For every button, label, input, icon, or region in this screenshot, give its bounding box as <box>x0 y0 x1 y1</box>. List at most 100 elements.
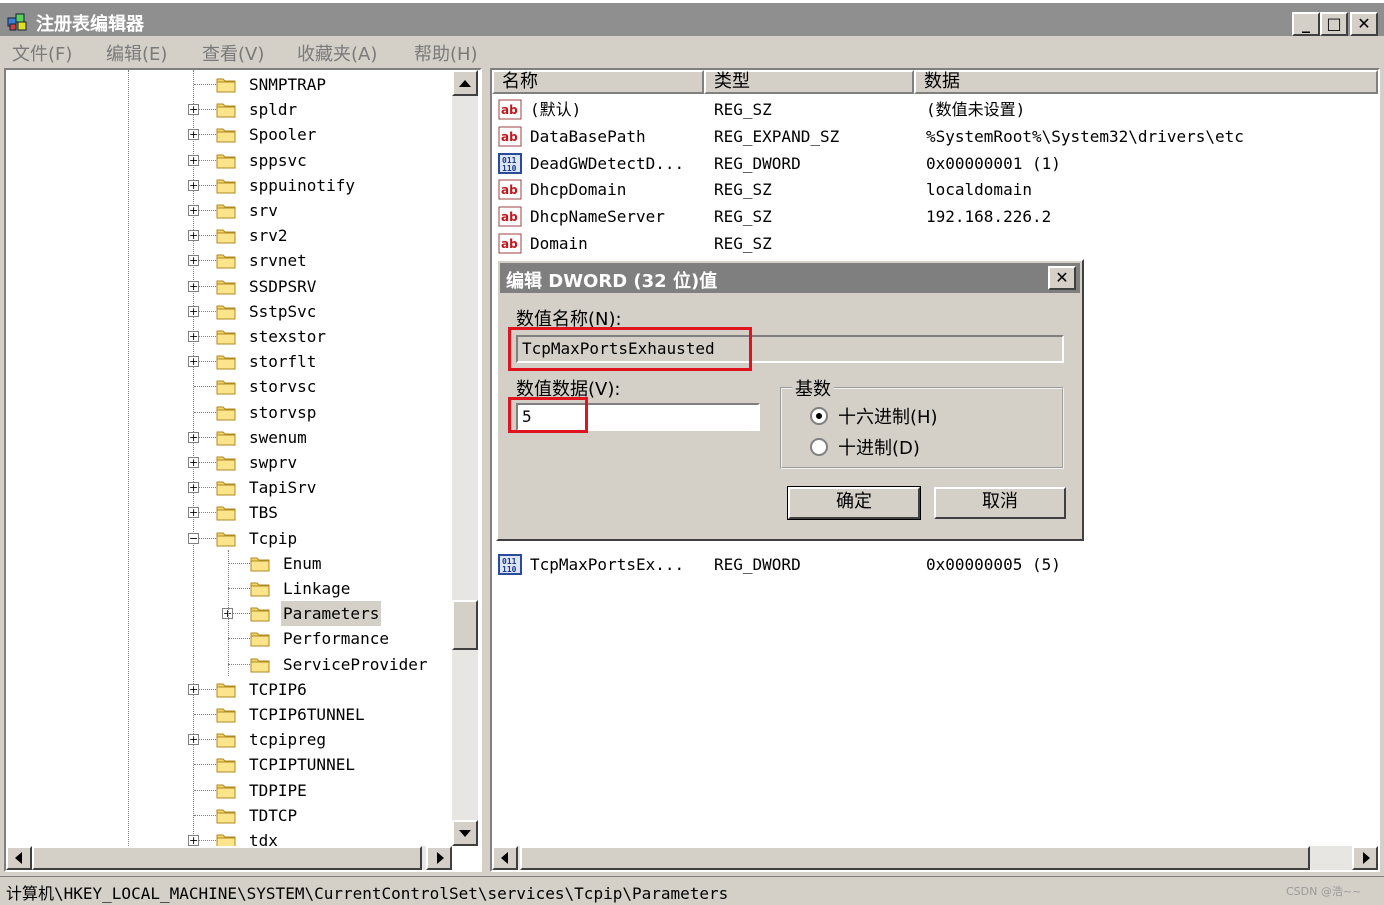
expand-icon[interactable]: + <box>188 331 199 342</box>
tree-item[interactable]: + srvnet <box>6 248 452 273</box>
tree-item[interactable]: + TCPIP6 <box>6 677 452 702</box>
tree-item[interactable]: + SstpSvc <box>6 299 452 324</box>
list-item[interactable]: 011 110 DeadGWDetectD... REG_DWORD 0x0000000… <box>498 150 1368 177</box>
tree-item[interactable]: + Spooler <box>6 122 452 147</box>
tree-item[interactable]: + swenum <box>6 425 452 450</box>
menu-file[interactable]: 文件(F) <box>12 40 72 66</box>
expand-icon[interactable]: + <box>188 129 199 141</box>
tree-horizontal-scrollbar[interactable] <box>6 846 452 870</box>
folder-icon <box>216 478 236 496</box>
expand-icon[interactable]: + <box>188 734 199 746</box>
list-item[interactable]: ab (默认) REG_SZ (数值未设置) <box>498 96 1368 123</box>
tree-item[interactable]: TDTCP <box>6 803 452 828</box>
folder-icon <box>216 705 236 723</box>
scroll-thumb-horizontal[interactable] <box>32 846 422 870</box>
tree-item[interactable]: + tcpipreg <box>6 727 452 752</box>
list-item[interactable]: ab DataBasePath REG_EXPAND_SZ %SystemRoot%\… <box>498 123 1368 150</box>
expand-icon[interactable]: + <box>188 507 199 519</box>
tree-pane[interactable]: SNMPTRAP + spldr + Spooler + sppsvc + sppuinotif… <box>4 68 482 872</box>
expand-icon[interactable]: + <box>188 457 199 468</box>
expand-icon[interactable]: + <box>188 683 199 695</box>
expand-icon[interactable]: + <box>188 835 199 846</box>
tree-item[interactable]: + SSDPSRV <box>6 274 452 299</box>
expand-icon[interactable]: + <box>188 205 199 216</box>
expand-icon[interactable]: + <box>188 230 199 242</box>
ok-button[interactable]: 确定 <box>787 486 921 520</box>
values-horizontal-scrollbar[interactable] <box>492 846 1378 870</box>
expand-icon[interactable]: + <box>188 255 199 267</box>
menu-view[interactable]: 查看(V) <box>202 40 264 66</box>
menu-edit[interactable]: 编辑(E) <box>106 40 167 66</box>
tree-item[interactable]: TCPIPTUNNEL <box>6 752 452 777</box>
menu-favorites[interactable]: 收藏夹(A) <box>297 40 377 66</box>
scroll-thumb[interactable] <box>452 600 478 650</box>
highlight-box-data <box>508 397 588 433</box>
minimize-button[interactable]: _ <box>1292 12 1320 36</box>
tree-item[interactable]: + TBS <box>6 500 452 525</box>
scroll-left-button[interactable] <box>492 846 518 870</box>
edit-dword-dialog[interactable]: 编辑 DWORD (32 位)值 ✕ 数值名称(N): TcpMaxPortsE… <box>496 259 1084 541</box>
folder-icon <box>216 781 236 799</box>
registry-editor-icon <box>7 13 27 31</box>
scroll-down-button[interactable] <box>452 820 478 846</box>
tree-item[interactable]: Performance <box>6 626 452 651</box>
value-type: REG_DWORD <box>714 555 801 574</box>
tree-item[interactable]: Enum <box>6 551 452 576</box>
column-header-type[interactable]: 类型 <box>704 70 914 94</box>
radio-hex-label[interactable]: 十六进制(H) <box>838 403 938 429</box>
tree-item[interactable]: + storflt <box>6 349 452 374</box>
tree-item[interactable]: ServiceProvider <box>6 652 452 677</box>
list-item[interactable]: ab DhcpNameServer REG_SZ 192.168.226.2 <box>498 203 1368 230</box>
list-item[interactable]: ab DhcpDomain REG_SZ localdomain <box>498 176 1368 203</box>
radio-decimal[interactable] <box>810 438 828 456</box>
scroll-right-button[interactable] <box>1352 846 1378 870</box>
column-header-name[interactable]: 名称 <box>492 70 704 94</box>
expand-icon[interactable]: + <box>188 305 199 317</box>
expand-icon[interactable]: + <box>188 280 199 292</box>
tree-vertical-scrollbar[interactable] <box>452 70 478 846</box>
collapse-icon[interactable]: − <box>188 532 199 544</box>
tree-item[interactable]: + TapiSrv <box>6 475 452 500</box>
scroll-thumb-horizontal[interactable] <box>520 846 1310 870</box>
scroll-right-button[interactable] <box>426 846 452 870</box>
tree-item[interactable]: SNMPTRAP <box>6 72 452 97</box>
maximize-button[interactable]: □ <box>1320 12 1348 36</box>
tree-item[interactable]: + srv <box>6 198 452 223</box>
scroll-left-button[interactable] <box>6 846 32 870</box>
window-titlebar[interactable]: 注册表编辑器 _ □ ✕ <box>0 0 1384 36</box>
tree-item[interactable]: + sppuinotify <box>6 173 452 198</box>
tree-item[interactable]: + swprv <box>6 450 452 475</box>
list-item[interactable]: ab Domain REG_SZ <box>498 230 1368 257</box>
radio-decimal-label[interactable]: 十进制(D) <box>838 434 920 460</box>
expand-icon[interactable]: + <box>188 104 199 116</box>
tree-item[interactable]: + stexstor <box>6 324 452 349</box>
tree-item[interactable]: TDPIPE <box>6 778 452 803</box>
expand-icon[interactable]: + <box>188 356 199 368</box>
tree-item[interactable]: − Tcpip <box>6 526 452 551</box>
expand-icon[interactable]: + <box>188 154 199 166</box>
expand-icon[interactable]: + <box>188 482 199 494</box>
tree-item[interactable]: storvsp <box>6 400 452 425</box>
tree-item[interactable]: + srv2 <box>6 223 452 248</box>
tree-item[interactable]: + Parameters <box>6 601 452 627</box>
tree-item[interactable]: Linkage <box>6 576 452 601</box>
dialog-title: 编辑 DWORD (32 位)值 <box>506 271 718 292</box>
dialog-close-button[interactable]: ✕ <box>1048 266 1076 290</box>
value-name: (默认) <box>530 100 582 119</box>
close-button[interactable]: ✕ <box>1350 12 1378 36</box>
column-header-data[interactable]: 数据 <box>914 70 1378 94</box>
menu-help[interactable]: 帮助(H) <box>414 40 478 66</box>
scroll-up-button[interactable] <box>452 70 478 96</box>
list-item[interactable]: 011 110 TcpMaxPortsEx... REG_DWORD 0x000… <box>498 551 1098 578</box>
tree-item[interactable]: + sppsvc <box>6 148 452 173</box>
radio-hex[interactable] <box>810 407 828 425</box>
dialog-titlebar[interactable]: 编辑 DWORD (32 位)值 ✕ <box>500 263 1080 293</box>
expand-icon[interactable]: + <box>188 431 199 443</box>
folder-icon <box>216 806 236 824</box>
tree-item[interactable]: + spldr <box>6 97 452 122</box>
tree-item-label: srvnet <box>249 251 307 271</box>
expand-icon[interactable]: + <box>188 179 199 191</box>
tree-item[interactable]: storvsc <box>6 374 452 399</box>
cancel-button[interactable]: 取消 <box>934 487 1066 519</box>
tree-item[interactable]: TCPIP6TUNNEL <box>6 702 452 727</box>
